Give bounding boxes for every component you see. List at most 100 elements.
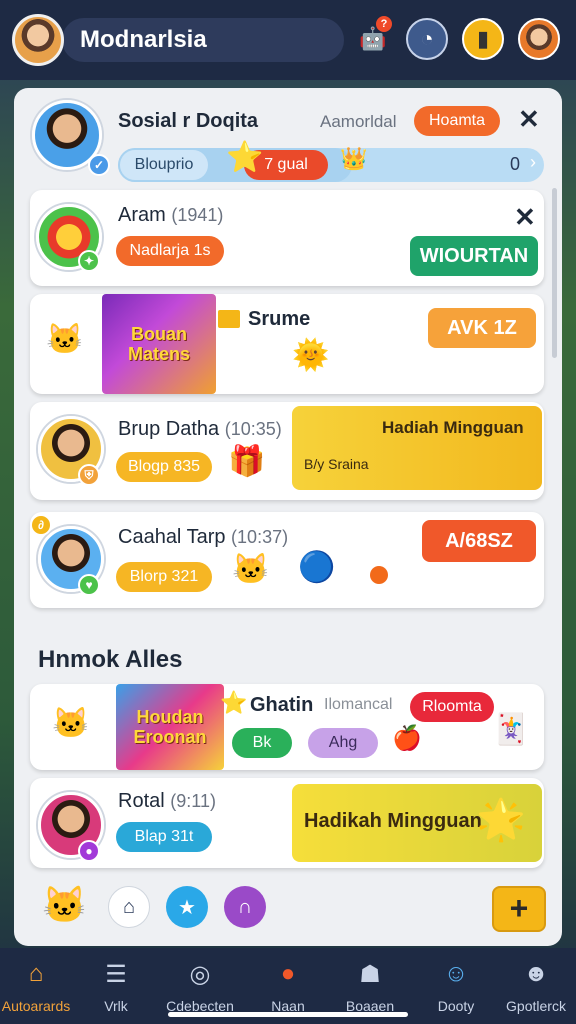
headset-icon[interactable]: ∩: [224, 886, 266, 928]
list-item[interactable]: 🐱 Houdan Eroonan ⭐ Ghatin Ilomancal Rloo…: [30, 684, 544, 770]
verified-icon: ✓: [88, 154, 110, 176]
cat-icon: 🐱: [52, 707, 90, 740]
action-button[interactable]: Rloomta: [410, 692, 494, 722]
close-icon[interactable]: ✕: [518, 104, 540, 135]
cat-icon: 🐱: [232, 553, 270, 586]
treasure-icon: 🎁: [228, 445, 266, 478]
time-text: (10:35): [224, 419, 282, 439]
list-item[interactable]: ∂ ♥ Caahal Tarp (10:37) Blorp 321 🐱 🔵 A/…: [30, 512, 544, 608]
user-name: Rotal (9:11): [118, 790, 216, 813]
nav-item-profile[interactable]: ☻ Gpotlerck: [496, 956, 576, 1014]
nav-label: Gpotlerck: [506, 998, 566, 1014]
people-icon: ☺: [443, 960, 469, 987]
status-pill: Blogp 835: [116, 452, 212, 482]
tag-pill: Blouprio: [120, 150, 208, 180]
home-icon: ⌂: [28, 960, 44, 987]
close-icon[interactable]: ✕: [514, 202, 536, 233]
chevron-right-icon[interactable]: ›: [530, 152, 536, 173]
game-icon: ●: [280, 960, 296, 987]
list-item[interactable]: ● Rotal (9:11) Blap 31t Hadikah Mingguan…: [30, 778, 544, 868]
chip-one[interactable]: Bk: [232, 728, 292, 758]
chip-two[interactable]: Ahg: [308, 728, 378, 758]
sun-icon: 🌞: [292, 339, 330, 372]
status-text: Aamorldal: [320, 112, 397, 131]
user-avatar[interactable]: [12, 14, 64, 66]
crown-icon: 👑: [340, 146, 368, 171]
weekly-reward-banner[interactable]: Hadikah Mingguan 🌟: [292, 784, 542, 862]
list-icon: ☰: [105, 960, 127, 988]
summary-card: ✓ Sosial r Doqita Aamorldal Hoamta ✕ Blo…: [30, 96, 544, 182]
gift-icon: ✦: [78, 250, 100, 272]
play-button[interactable]: AVK 1Z: [428, 308, 536, 348]
nav-label: Autoarards: [1, 998, 71, 1014]
nav-item-home[interactable]: ⌂ Autoarards: [0, 956, 76, 1014]
heart-icon: ♥: [78, 574, 100, 596]
app-title-pill[interactable]: Modnarlsia: [62, 18, 344, 62]
chat-icon: ●: [78, 840, 100, 862]
nav-item-game[interactable]: ● Naan: [248, 956, 328, 1014]
nav-item-compass[interactable]: ◎ Cdebecten: [160, 956, 240, 1015]
status-pill: Nadlarja 1s: [116, 236, 224, 266]
list-item[interactable]: ✦ Aram (1941) Nadlarja 1s ✕ WIOURTAN: [30, 190, 544, 286]
time-text: (1941): [171, 205, 224, 225]
section-title: Hnmok Alles: [38, 646, 183, 673]
shield-icon: ⛨: [78, 464, 100, 486]
top-bar: Modnarlsia 🤖 ? ◔ ▮: [0, 0, 576, 80]
nav-item-robot[interactable]: ☗ Boaaen: [330, 956, 410, 1015]
compass-icon: ◎: [189, 960, 211, 988]
notification-badge: ?: [376, 16, 392, 32]
dot-icon: [370, 566, 388, 584]
star-icon: ⭐: [226, 141, 264, 174]
profile-avatar[interactable]: [518, 18, 560, 60]
time-text: (9:11): [170, 791, 216, 811]
app-title: Modnarlsia: [80, 26, 207, 53]
banner-title: Hadiah Mingguan: [382, 418, 524, 437]
clock-icon[interactable]: ◔: [406, 18, 448, 60]
star-tool-icon[interactable]: ★: [166, 886, 208, 928]
profile-icon: ☻: [523, 960, 549, 987]
status-pill: Blap 31t: [116, 822, 212, 852]
user-name-text: Rotal: [118, 790, 165, 812]
apple-icon: 🍎: [392, 725, 422, 752]
game-label: Srume: [248, 308, 311, 330]
user-name: Caahal Tarp (10:37): [118, 526, 288, 549]
nav-item-people[interactable]: ☺ Dooty: [416, 956, 496, 1014]
add-button[interactable]: +: [492, 886, 546, 932]
main-panel: ✓ Sosial r Doqita Aamorldal Hoamta ✕ Blo…: [14, 88, 562, 946]
user-name-text: Aram: [118, 204, 166, 226]
confirm-button[interactable]: WIOURTAN: [410, 236, 538, 276]
summary-name: Sosial r Doqita: [118, 110, 259, 132]
calendar-icon[interactable]: ▮: [462, 18, 504, 60]
action-button[interactable]: Hoamta: [414, 106, 500, 136]
robot-notification-icon[interactable]: 🤖 ?: [352, 16, 394, 60]
claim-button[interactable]: A/68SZ: [422, 520, 536, 562]
banner-title: Hadikah Mingguan: [304, 810, 482, 832]
star-icon: ⭐: [220, 690, 248, 715]
user-name-text: Brup Datha: [118, 418, 220, 440]
star-mascot-icon: 🌟: [476, 798, 526, 842]
progress-value: 0: [510, 154, 521, 174]
list-item[interactable]: ⛨ Brup Datha (10:35) Blogp 835 🎁 Hadiah …: [30, 402, 544, 500]
robot-icon: ☗: [359, 960, 381, 988]
game-thumbnail[interactable]: Bouan Matens: [102, 294, 216, 394]
scrollbar[interactable]: [552, 188, 557, 358]
cat-icon: 🐱: [46, 323, 84, 356]
card-icon: 🃏: [492, 713, 530, 746]
cat-mascot-icon[interactable]: 🐱: [42, 884, 87, 926]
orb-icon: 🔵: [298, 551, 336, 584]
game-thumbnail[interactable]: Houdan Eroonan: [116, 684, 224, 770]
nav-label: Vrlk: [104, 998, 128, 1014]
list-item[interactable]: 🐱 Bouan Matens Srume 🌞 AVK 1Z: [30, 294, 544, 394]
game-label: Ghatin: [250, 694, 314, 716]
home-tool-icon[interactable]: ⌂: [108, 886, 150, 928]
banner-subtitle: B/y Sraina: [304, 456, 369, 472]
link-icon: ∂: [30, 514, 52, 536]
nav-label: Dooty: [437, 998, 475, 1014]
nav-item-list[interactable]: ☰ Vrlk: [76, 956, 156, 1015]
home-indicator[interactable]: [168, 1012, 408, 1017]
time-text: (10:37): [231, 527, 289, 547]
weekly-reward-banner[interactable]: Hadiah Mingguan B/y Sraina: [292, 406, 542, 490]
ticket-icon: [218, 310, 240, 328]
user-name: Brup Datha (10:35): [118, 418, 282, 441]
status-pill: Blorp 321: [116, 562, 212, 592]
